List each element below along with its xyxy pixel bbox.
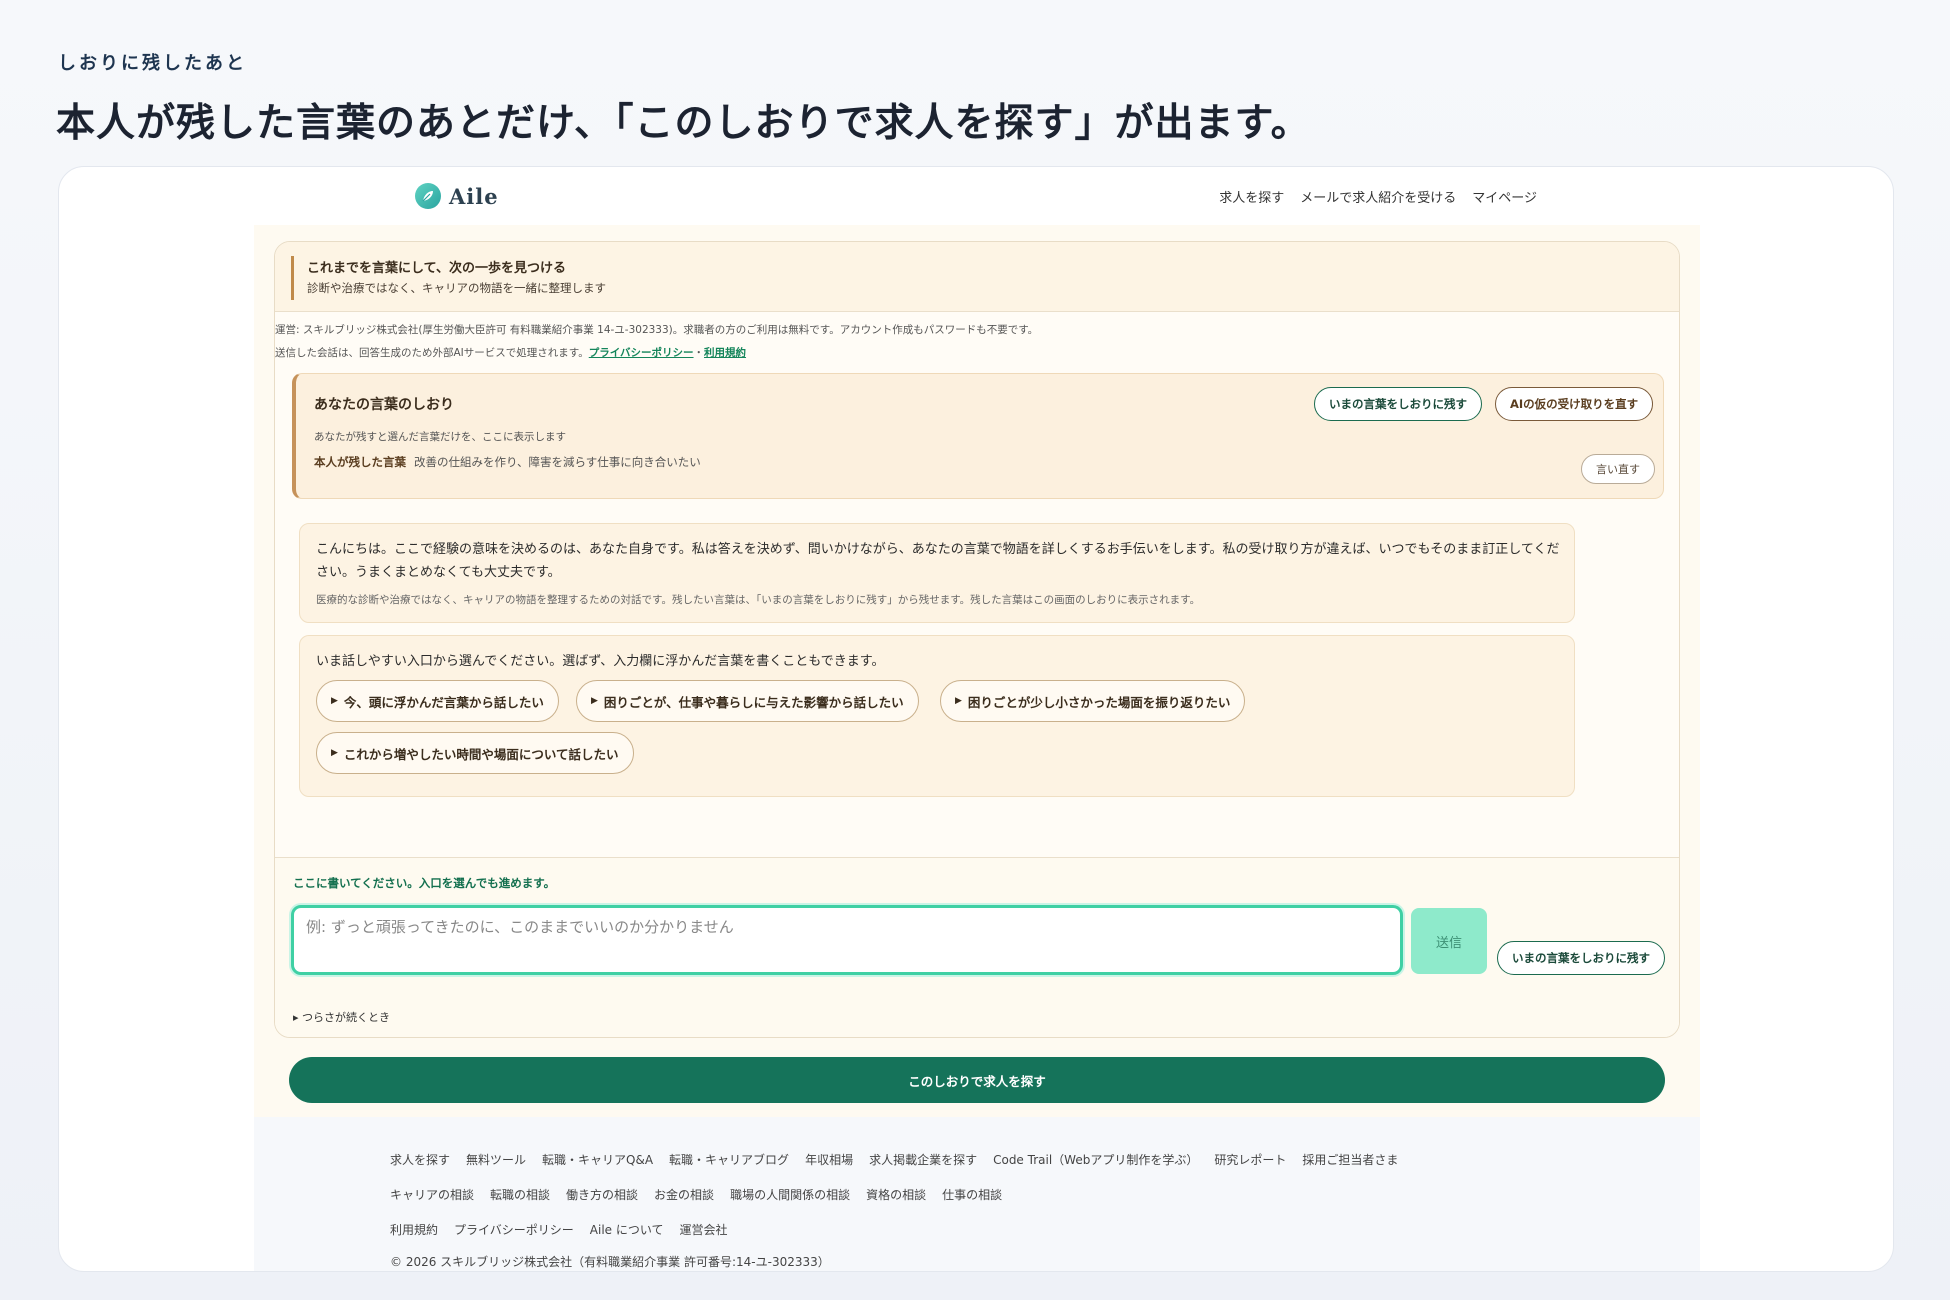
kept-words: 本人が残した言葉 改善の仕組みを作り、障害を減らす仕事に向き合いたい: [314, 454, 701, 470]
greeting-text: こんにちは。ここで経験の意味を決めるのは、あなた自身です。私は答えを決めず、問い…: [316, 542, 1560, 580]
copyright: © 2026 スキルブリッジ株式会社（有料職業紹介事業 許可番号:14-ユ-30…: [390, 1255, 830, 1269]
tough-times-label: つらさが続くとき: [302, 1011, 391, 1024]
message-input[interactable]: [306, 918, 1386, 936]
search-jobs-with-bookmark-button[interactable]: このしおりで求人を探す: [289, 1057, 1665, 1103]
kept-words-text: 改善の仕組みを作り、障害を減らす仕事に向き合いたい: [414, 455, 701, 469]
app-window: Aile 求人を探す メールで求人紹介を受ける マイページ これまでを言葉にして…: [58, 166, 1894, 1272]
panel-header: これまでを言葉にして、次の一歩を見つける 診断や治療ではなく、キャリアの物語を一…: [275, 242, 1679, 312]
nav-item-jobs[interactable]: 求人を探す: [1219, 187, 1284, 206]
nav-item-email[interactable]: メールで求人紹介を受ける: [1300, 187, 1456, 206]
entry-chip-label: 困りごとが少し小さかった場面を振り返りたい: [967, 694, 1231, 710]
privacy-notice: 送信した会話は、回答生成のため外部AIサービスで処理されます。プライバシーポリシ…: [275, 345, 1679, 360]
entry-chip-label: 今、頭に浮かんだ言葉から話したい: [343, 694, 544, 710]
footer-link[interactable]: 研究レポート: [1214, 1151, 1286, 1168]
panel-subtitle: 診断や治療ではなく、キャリアの物語を一緒に整理します: [307, 281, 606, 295]
footer-link[interactable]: 求人を探す: [390, 1151, 450, 1168]
play-icon: ▶: [331, 696, 338, 706]
terms-link[interactable]: 利用規約: [704, 347, 746, 359]
tough-times-toggle[interactable]: ▸ つらさが続くとき: [293, 1009, 390, 1025]
footer-link[interactable]: プライバシーポリシー: [454, 1221, 574, 1238]
top-navigation: Aile 求人を探す メールで求人紹介を受ける マイページ: [59, 167, 1893, 225]
composer-hint: ここに書いてください。入口を選んでも進めます。: [293, 876, 556, 890]
composer: ここに書いてください。入口を選んでも進めます。 送信 いまの言葉をしおりに残す …: [275, 857, 1679, 1037]
message-input-wrapper: [291, 905, 1403, 975]
entry-chip[interactable]: ▶ 今、頭に浮かんだ言葉から話したい: [316, 680, 559, 722]
footer-link[interactable]: Code Trail（Webアプリ制作を学ぶ）: [993, 1151, 1198, 1168]
headline: 本人が残した言葉のあとだけ、「このしおりで求人を探す」が出ます。: [56, 100, 1311, 146]
entry-chip[interactable]: ▶ 困りごとが、仕事や暮らしに与えた影響から話したい: [576, 680, 919, 722]
assistant-message-entry: いま話しやすい入口から選んでください。選ばず、入力欄に浮かんだ言葉を書くこともで…: [299, 635, 1575, 797]
entry-chip[interactable]: ▶ 困りごとが少し小さかった場面を振り返りたい: [940, 680, 1246, 722]
play-icon: ▶: [591, 696, 598, 706]
footer-link[interactable]: お金の相談: [654, 1186, 714, 1203]
footer-row-main: 求人を探す 無料ツール 転職・キャリアQ&A 転職・キャリアブログ 年収相場 求…: [390, 1151, 1398, 1168]
footer-link[interactable]: 資格の相談: [866, 1186, 926, 1203]
footer-link[interactable]: 年収相場: [805, 1151, 853, 1168]
operator-notice: 運営: スキルブリッジ株式会社(厚生労働大臣許可 有料職業紹介事業 14-ユ-3…: [275, 324, 1039, 336]
brand-logo[interactable]: Aile: [415, 183, 499, 209]
entry-prompt: いま話しやすい入口から選んでください。選ばず、入力欄に浮かんだ言葉を書くこともで…: [316, 654, 885, 669]
assistant-message-greeting: こんにちは。ここで経験の意味を決めるのは、あなた自身です。私は答えを決めず、問い…: [299, 523, 1575, 623]
footer-link[interactable]: 転職・キャリアQ&A: [542, 1151, 653, 1168]
panel-title: これまでを言葉にして、次の一歩を見つける: [307, 261, 566, 276]
entry-chip-label: これから増やしたい時間や場面について話したい: [343, 746, 619, 762]
save-bookmark-button-composer[interactable]: いまの言葉をしおりに残す: [1497, 941, 1665, 975]
footer-link[interactable]: 利用規約: [390, 1221, 438, 1238]
footer-row-consult: キャリアの相談 転職の相談 働き方の相談 お金の相談 職場の人間関係の相談 資格…: [390, 1186, 1002, 1203]
leaf-icon: [415, 183, 441, 209]
footer-link[interactable]: 転職・キャリアブログ: [669, 1151, 789, 1168]
greeting-note: 医療的な診断や治療ではなく、キャリアの物語を整理するための対話です。残したい言葉…: [316, 594, 1201, 606]
footer-link[interactable]: 運営会社: [680, 1221, 728, 1238]
bookmark-card: あなたの言葉のしおり あなたが残すと選んだ言葉だけを、ここに表示します 本人が残…: [292, 373, 1664, 499]
entry-chip-label: 困りごとが、仕事や暮らしに与えた影響から話したい: [603, 694, 904, 710]
footer-link[interactable]: 働き方の相談: [566, 1186, 638, 1203]
save-bookmark-button[interactable]: いまの言葉をしおりに残す: [1314, 387, 1482, 421]
nav-item-mypage[interactable]: マイページ: [1472, 187, 1537, 206]
accent-bar: [291, 256, 294, 300]
fix-ai-reading-button[interactable]: AIの仮の受け取りを直す: [1495, 387, 1654, 421]
footer-link[interactable]: 求人掲載企業を探す: [869, 1151, 977, 1168]
footer-link[interactable]: 転職の相談: [490, 1186, 550, 1203]
entry-chip[interactable]: ▶ これから増やしたい時間や場面について話したい: [316, 732, 634, 774]
rephrase-button[interactable]: 言い直す: [1581, 454, 1655, 484]
footer-link[interactable]: キャリアの相談: [390, 1186, 474, 1203]
link-separator: ・: [693, 347, 705, 359]
privacy-policy-link[interactable]: プライバシーポリシー: [589, 347, 694, 359]
bookmark-title: あなたの言葉のしおり: [314, 397, 454, 413]
main-content: これまでを言葉にして、次の一歩を見つける 診断や治療ではなく、キャリアの物語を一…: [254, 225, 1700, 1117]
footer-link[interactable]: 職場の人間関係の相談: [730, 1186, 850, 1203]
play-icon: ▶: [331, 748, 338, 758]
footer-link[interactable]: Aile について: [590, 1221, 664, 1238]
footer: 求人を探す 無料ツール 転職・キャリアQ&A 転職・キャリアブログ 年収相場 求…: [254, 1117, 1700, 1271]
conversation-panel: これまでを言葉にして、次の一歩を見つける 診断や治療ではなく、キャリアの物語を一…: [274, 241, 1680, 1038]
bookmark-subtitle: あなたが残すと選んだ言葉だけを、ここに表示します: [314, 431, 566, 443]
send-button[interactable]: 送信: [1411, 908, 1487, 974]
footer-row-legal: 利用規約 プライバシーポリシー Aile について 運営会社: [390, 1221, 728, 1238]
eyebrow-label: しおりに残したあと: [58, 53, 247, 74]
footer-link[interactable]: 仕事の相談: [942, 1186, 1002, 1203]
kept-words-label: 本人が残した言葉: [314, 455, 406, 469]
brand-name: Aile: [449, 183, 499, 209]
disclosure-triangle-icon: ▸: [293, 1011, 303, 1024]
privacy-notice-text: 送信した会話は、回答生成のため外部AIサービスで処理されます。: [275, 347, 589, 359]
footer-link[interactable]: 無料ツール: [466, 1151, 526, 1168]
footer-link[interactable]: 採用ご担当者さま: [1302, 1151, 1398, 1168]
play-icon: ▶: [955, 696, 962, 706]
nav-links: 求人を探す メールで求人紹介を受ける マイページ: [1219, 187, 1537, 206]
